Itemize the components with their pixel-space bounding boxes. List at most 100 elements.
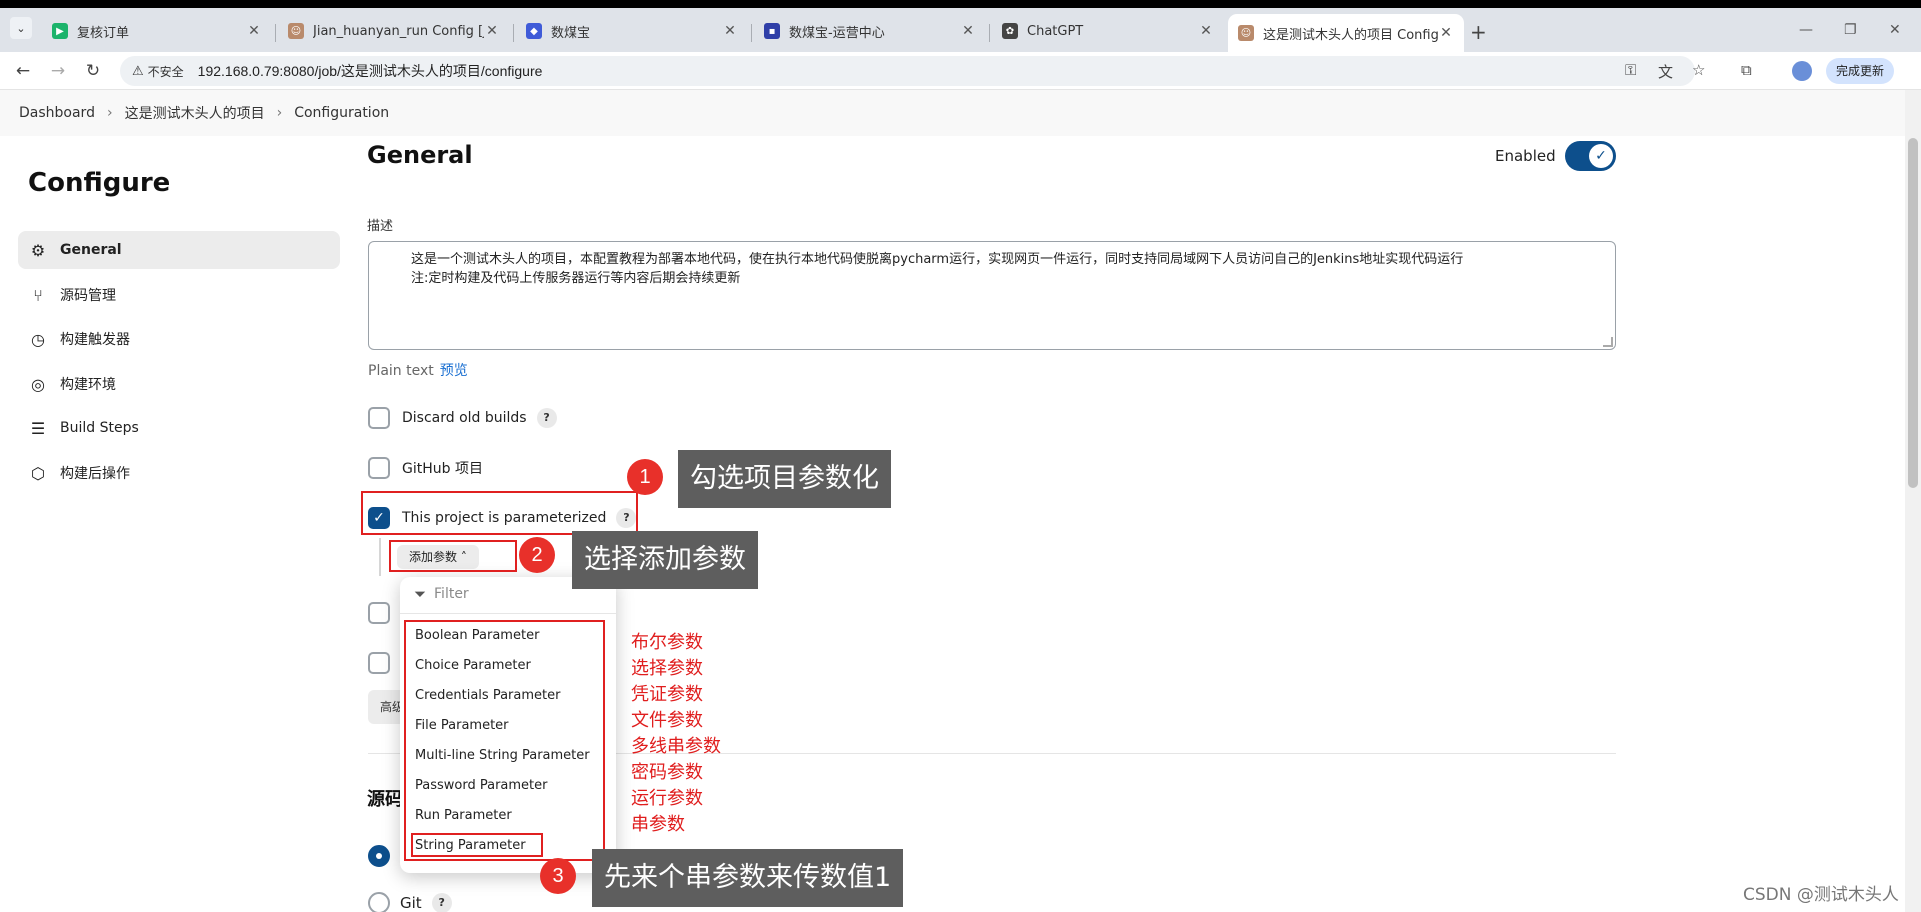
close-icon[interactable]: ✕ bbox=[246, 23, 262, 39]
app-icon: ▪ bbox=[764, 23, 780, 39]
tab-active[interactable]: ☺ 这是测试木头人的项目 Config ✕ bbox=[1228, 14, 1464, 52]
back-icon[interactable]: ← bbox=[12, 60, 34, 82]
forward-icon[interactable]: → bbox=[47, 60, 69, 82]
breadcrumb-project[interactable]: 这是测试木头人的项目 bbox=[125, 103, 265, 123]
finish-update-button[interactable]: 完成更新 bbox=[1826, 58, 1895, 84]
annotation-translation: 运行参数 bbox=[631, 788, 703, 809]
annotation-callout-3: 先来个串参数来传数值1 bbox=[592, 849, 904, 907]
option-checkbox[interactable] bbox=[368, 602, 390, 624]
sidebar-item-general[interactable]: ⚙ General bbox=[18, 231, 340, 269]
git-label[interactable]: Git bbox=[400, 894, 422, 912]
description-textarea[interactable]: 这是一个测试木头人的项目，本配置教程为部署本地代码，使在执行本地代码使脱离pyc… bbox=[368, 241, 1616, 350]
option-checkbox[interactable] bbox=[368, 652, 390, 674]
discard-old-builds-label[interactable]: Discard old builds bbox=[402, 410, 527, 426]
tab-bar: ⌄ ▶ 复核订单 ✕ ☺ Jian_huanyan_run Config [Je… bbox=[0, 8, 1921, 52]
url-text[interactable]: 192.168.0.79:8080/job/这是测试木头人的项目/configu… bbox=[198, 61, 543, 81]
breadcrumb-configuration[interactable]: Configuration bbox=[294, 105, 389, 121]
plain-text-label: Plain text bbox=[368, 363, 434, 379]
tab-title: 复核订单 bbox=[77, 25, 130, 41]
new-tab-button[interactable]: + bbox=[1470, 22, 1487, 42]
github-project-label[interactable]: GitHub 项目 bbox=[402, 458, 483, 478]
description-line: 注:定时构建及代码上传服务器运行等内容后期会持续更新 bbox=[411, 271, 741, 286]
tab-2[interactable]: ☺ Jian_huanyan_run Config [Jen ✕ bbox=[278, 14, 510, 48]
star-icon[interactable]: ☆ bbox=[1692, 61, 1705, 79]
sidebar-item-triggers[interactable]: ◷ 构建触发器 bbox=[18, 320, 340, 358]
restore-icon[interactable]: ❐ bbox=[1844, 22, 1857, 38]
scm-section-title: 源码 bbox=[367, 789, 403, 810]
tab-title: ChatGPT bbox=[1027, 23, 1084, 39]
help-icon[interactable]: ? bbox=[431, 893, 452, 912]
sidebar-item-label: 源码管理 bbox=[60, 288, 116, 304]
scm-git-radio[interactable] bbox=[368, 892, 390, 912]
annotation-box-param-list bbox=[404, 620, 605, 861]
check-icon: ✓ bbox=[1589, 144, 1613, 168]
sidebar-item-post-build[interactable]: ⬡ 构建后操作 bbox=[18, 454, 340, 492]
minimize-icon[interactable]: — bbox=[1799, 22, 1813, 38]
discard-old-builds-checkbox[interactable] bbox=[368, 407, 390, 429]
annotation-translation: 布尔参数 bbox=[631, 632, 703, 653]
format-hint: Plain text 预览 bbox=[368, 360, 468, 380]
translate-icon[interactable]: 文 bbox=[1658, 61, 1673, 82]
preview-link[interactable]: 预览 bbox=[440, 363, 468, 379]
gear-icon: ⚙ bbox=[30, 240, 46, 260]
clock-icon: ◷ bbox=[31, 329, 45, 349]
sidebar-item-scm[interactable]: ⑂ 源码管理 bbox=[18, 276, 340, 314]
nested-indent-line bbox=[379, 538, 381, 576]
tab-4[interactable]: ▪ 数煤宝-运营中心 ✕ bbox=[754, 14, 986, 48]
scm-none-radio[interactable] bbox=[368, 845, 390, 867]
tab-1[interactable]: ▶ 复核订单 ✕ bbox=[42, 14, 272, 48]
tab-title: Jian_huanyan_run Config [Jen bbox=[313, 23, 484, 39]
annotation-number-2: 2 bbox=[519, 537, 555, 573]
sidebar-item-label: General bbox=[60, 242, 122, 258]
close-icon[interactable]: ✕ bbox=[1438, 25, 1454, 41]
tab-divider bbox=[275, 24, 276, 42]
help-icon[interactable]: ? bbox=[536, 408, 557, 428]
github-project-checkbox[interactable] bbox=[368, 457, 390, 479]
close-icon[interactable]: ✕ bbox=[1198, 23, 1214, 39]
close-window-icon[interactable]: ✕ bbox=[1889, 22, 1901, 38]
breadcrumb-dashboard[interactable]: Dashboard bbox=[19, 105, 95, 121]
tab-divider bbox=[751, 24, 752, 42]
branch-icon: ⑂ bbox=[33, 285, 43, 305]
tab-3[interactable]: ◆ 数煤宝 ✕ bbox=[516, 14, 748, 48]
git-option: Git ? bbox=[400, 893, 452, 912]
annotation-box-add-param bbox=[389, 540, 517, 572]
tab-5[interactable]: ✿ ChatGPT ✕ bbox=[992, 14, 1224, 48]
tab-divider bbox=[513, 24, 514, 42]
enabled-toggle[interactable]: ✓ bbox=[1565, 141, 1616, 171]
browser-toolbar: ← → ↻ ⚠ 不安全 192.168.0.79:8080/job/这是测试木头… bbox=[0, 52, 1921, 90]
resize-handle[interactable] bbox=[1603, 337, 1613, 347]
page-scrollbar[interactable] bbox=[1905, 90, 1921, 912]
tab-divider bbox=[989, 24, 990, 42]
sidebar-item-label: 构建后操作 bbox=[60, 466, 130, 482]
sidebar-item-label: Build Steps bbox=[60, 420, 139, 436]
shield-icon: ◆ bbox=[526, 23, 542, 39]
sidebar-item-environment[interactable]: ◎ 构建环境 bbox=[18, 365, 340, 403]
annotation-callout-1: 勾选项目参数化 bbox=[678, 450, 891, 508]
key-icon[interactable]: ⚿ bbox=[1625, 61, 1636, 79]
breadcrumb: Dashboard › 这是测试木头人的项目 › Configuration bbox=[0, 90, 1905, 136]
close-icon[interactable]: ✕ bbox=[960, 23, 976, 39]
description-line: 这是一个测试木头人的项目，本配置教程为部署本地代码，使在执行本地代码使脱离pyc… bbox=[411, 252, 1464, 267]
watermark: CSDN @测试木头人 bbox=[1743, 885, 1899, 905]
extensions-icon[interactable]: ⧉ bbox=[1741, 61, 1752, 79]
screen-top-strip bbox=[0, 0, 1921, 8]
menu-filter[interactable]: ⏷ Filter bbox=[414, 585, 469, 603]
profile-avatar[interactable] bbox=[1792, 61, 1812, 81]
chevron-right-icon: › bbox=[276, 105, 283, 121]
discard-old-builds-row: Discard old builds ? bbox=[368, 407, 557, 429]
chevron-right-icon: › bbox=[106, 105, 113, 121]
close-icon[interactable]: ✕ bbox=[722, 23, 738, 39]
close-icon[interactable]: ✕ bbox=[484, 23, 500, 39]
cube-icon: ⬡ bbox=[31, 463, 45, 483]
annotation-callout-2: 选择添加参数 bbox=[572, 531, 758, 589]
address-bar[interactable]: ⚠ 不安全 192.168.0.79:8080/job/这是测试木头人的项目/c… bbox=[120, 56, 1705, 86]
sidebar-item-build-steps[interactable]: ☰ Build Steps bbox=[18, 409, 340, 447]
annotation-box-parameterized bbox=[361, 491, 638, 535]
not-secure-badge[interactable]: ⚠ 不安全 bbox=[132, 63, 184, 80]
play-icon: ▶ bbox=[52, 23, 68, 39]
menu-divider bbox=[400, 613, 616, 614]
tab-search-button[interactable]: ⌄ bbox=[10, 17, 32, 39]
scrollbar-thumb[interactable] bbox=[1908, 138, 1918, 488]
reload-icon[interactable]: ↻ bbox=[82, 60, 104, 82]
